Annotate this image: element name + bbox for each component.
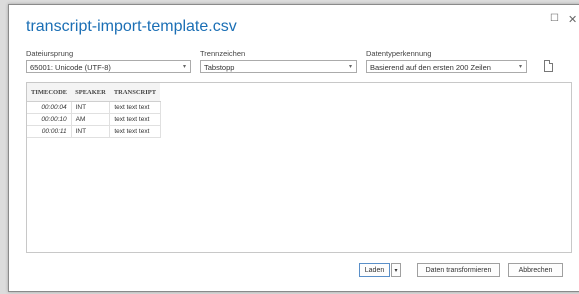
file-origin-label: Dateiursprung (26, 49, 74, 58)
type-detection-value: Basierend auf den ersten 200 Zeilen (370, 63, 491, 72)
type-detection-select[interactable]: Basierend auf den ersten 200 Zeilen ▾ (366, 60, 527, 73)
column-header-timecode[interactable]: TIMECODE (27, 83, 72, 102)
file-origin-select[interactable]: 65001: Unicode (UTF-8) ▾ (26, 60, 191, 73)
delimiter-value: Tabstopp (204, 63, 235, 72)
load-dropdown-button[interactable]: ▾ (391, 263, 401, 277)
timecode-cell: 00:00:10 (27, 113, 72, 126)
chevron-down-icon: ▾ (348, 64, 352, 70)
transform-data-button[interactable]: Daten transformieren (417, 263, 500, 277)
transcript-cell: text text text (109, 125, 161, 138)
dialog-title: transcript-import-template.csv (26, 18, 237, 35)
chevron-down-icon: ▾ (518, 64, 522, 70)
close-icon[interactable]: ✕ (568, 13, 577, 26)
data-preview: TIMECODE SPEAKER TRANSCRIPT 00:00:04 INT… (26, 82, 572, 253)
column-header-speaker[interactable]: SPEAKER (71, 83, 110, 102)
speaker-cell: INT (71, 101, 111, 114)
table-row: 00:00:11 INT text text text (27, 125, 161, 138)
timecode-cell: 00:00:04 (27, 101, 72, 114)
load-button[interactable]: Laden (359, 263, 390, 277)
speaker-cell: INT (71, 125, 111, 138)
file-icon[interactable] (544, 60, 553, 72)
delimiter-select[interactable]: Tabstopp ▾ (200, 60, 357, 73)
delimiter-label: Trennzeichen (200, 49, 246, 58)
table-row: 00:00:10 AM text text text (27, 113, 161, 126)
timecode-cell: 00:00:11 (27, 125, 72, 138)
chevron-down-icon: ▾ (182, 64, 186, 70)
type-detection-label: Datentyperkennung (366, 49, 432, 58)
speaker-cell: AM (71, 113, 111, 126)
column-header-transcript[interactable]: TRANSCRIPT (109, 83, 161, 102)
transcript-cell: text text text (109, 113, 161, 126)
cancel-button[interactable]: Abbrechen (508, 263, 563, 277)
table-row: 00:00:04 INT text text text (27, 101, 161, 114)
maximize-icon[interactable]: ☐ (550, 13, 559, 24)
file-origin-value: 65001: Unicode (UTF-8) (30, 63, 111, 72)
transcript-cell: text text text (109, 101, 161, 114)
header-row: TIMECODE SPEAKER TRANSCRIPT (27, 83, 161, 102)
preview-table: TIMECODE SPEAKER TRANSCRIPT 00:00:04 INT… (27, 83, 161, 138)
